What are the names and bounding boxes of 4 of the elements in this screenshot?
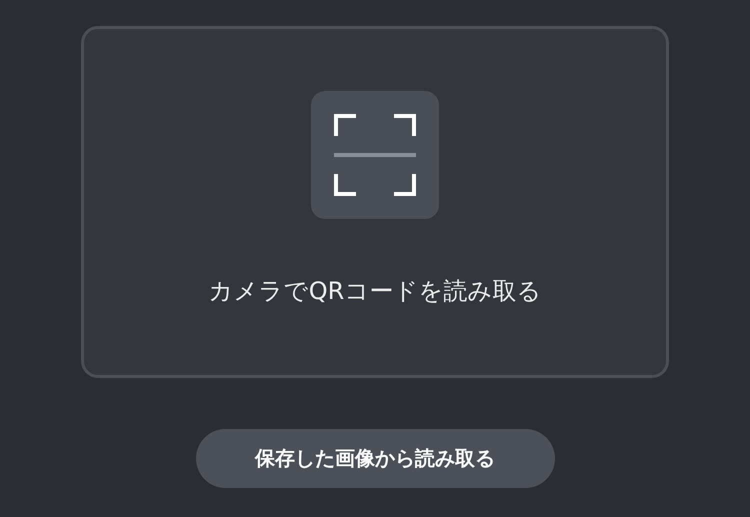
import-image-button[interactable]: 保存した画像から読み取る: [196, 429, 554, 488]
qr-scan-icon: [334, 114, 416, 196]
scan-label: カメラでQRコードを読み取る: [208, 276, 542, 307]
scan-card[interactable]: カメラでQRコードを読み取る: [81, 26, 669, 378]
